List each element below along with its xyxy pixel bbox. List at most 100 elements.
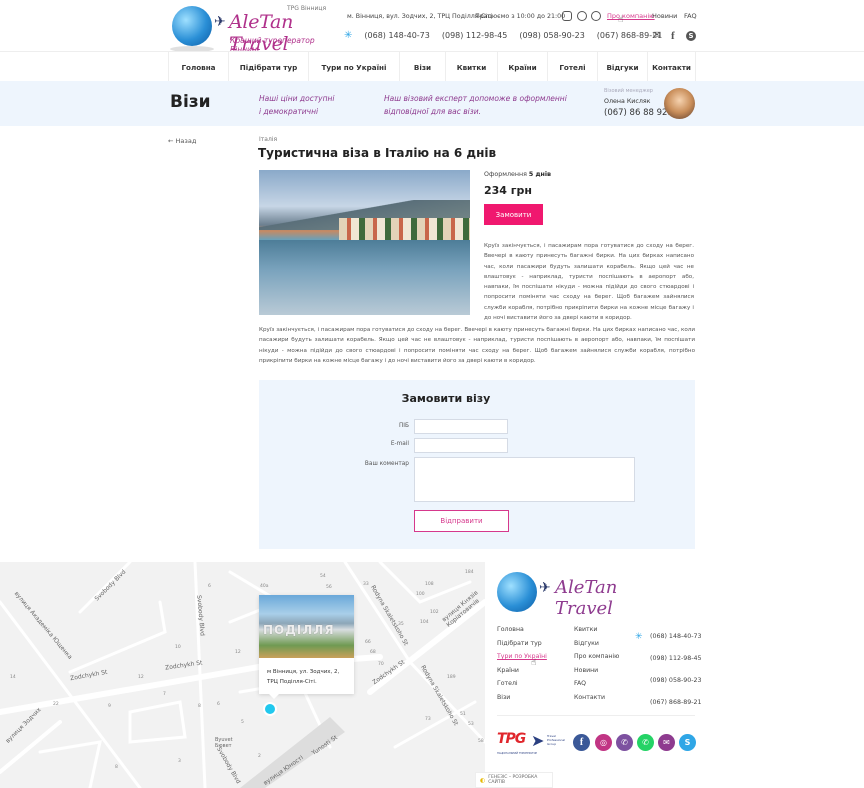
building-number: 53 — [468, 722, 474, 727]
plane-icon: ✈ — [539, 580, 551, 596]
road-rodyna — [343, 562, 412, 664]
phone-link[interactable]: (098) 058-90-23 — [519, 31, 584, 40]
tpg-partner-logo[interactable]: TPG ➤ Travel Professional Group НАЦІОНАЛ… — [497, 731, 569, 759]
kyivstar-icon: ✳ — [344, 30, 353, 41]
location-map[interactable]: Zodchykh St Zodchykh St Zodchykh St Svob… — [0, 562, 485, 788]
comment-textarea[interactable] — [414, 457, 635, 502]
footer-link[interactable]: Головна — [497, 623, 547, 637]
footer-link[interactable]: Про компанію — [574, 650, 619, 664]
building-number: 108 — [425, 582, 434, 587]
poi-label: Byuvet Бювет — [215, 737, 233, 749]
whatsapp-icon[interactable] — [591, 11, 601, 21]
building-number: 54 — [320, 574, 326, 579]
plane-icon: ✈ — [214, 14, 226, 30]
nav-item-tickets[interactable]: Квитки — [445, 52, 497, 82]
footer-phones: ✳ (068) 148-40-73 (098) 112-98-45 (098) … — [635, 626, 702, 714]
building-number: 35 — [398, 622, 404, 627]
building-number: 8 — [198, 704, 201, 709]
banner-tagline-line: Наші ціни доступні — [259, 94, 335, 103]
footer-link[interactable]: FAQ — [574, 677, 619, 691]
page-banner: Візи Наші ціни доступні і демократичні Н… — [0, 81, 864, 126]
submit-button[interactable]: Відправити — [414, 510, 509, 532]
footer-link[interactable]: Готелі — [497, 677, 547, 691]
nav-item-visas[interactable]: Візи — [399, 52, 445, 82]
building-number: 22 — [53, 702, 59, 707]
facebook-icon[interactable]: f — [671, 30, 675, 42]
name-input[interactable] — [414, 419, 508, 434]
top-link-faq[interactable]: FAQ — [684, 12, 697, 20]
nav-item-home[interactable]: Головна — [168, 52, 228, 82]
banner-tagline-line: відповідної для вас візи. — [384, 107, 481, 116]
banner-tagline-line: Наш візовий експерт допоможе в оформленн… — [384, 94, 567, 103]
nav-item-pick-tour[interactable]: Підібрати тур — [228, 52, 308, 82]
phone-link[interactable]: (067) 868-89-21 — [650, 692, 702, 714]
building-number: 184 — [465, 570, 474, 575]
hand-cursor-icon: ☝ — [531, 658, 537, 668]
facebook-icon[interactable]: f — [573, 734, 590, 751]
nav-item-countries[interactable]: Країни — [497, 52, 547, 82]
nav-item-reviews[interactable]: Відгуки — [597, 52, 647, 82]
footer-menu-col2: Квитки Відгуки Про компанію Новини FAQ К… — [574, 623, 619, 705]
email-input[interactable] — [414, 438, 508, 453]
footer-link[interactable]: Візи — [497, 691, 547, 705]
road — [68, 600, 167, 674]
footer-link-active[interactable]: Тури по Україні — [497, 650, 547, 664]
top-link-news[interactable]: Новини — [652, 12, 677, 20]
viber-icon[interactable]: ✆ — [616, 734, 633, 751]
visa-title: Туристична віза в Італію на 6 днів — [258, 146, 497, 160]
manager-avatar — [664, 88, 695, 119]
developer-label: ГЕНЕЗІС – РОЗРОБКА САЙТІВ — [488, 775, 538, 785]
map-pin-icon[interactable] — [265, 704, 275, 714]
building-number: 12 — [235, 650, 241, 655]
visa-description-short: Круїз закінчується, і пасажирам пора гот… — [484, 243, 694, 322]
nav-item-hotels[interactable]: Готелі — [547, 52, 597, 82]
mall-sign: ПОДІЛЛЯ — [263, 623, 335, 637]
order-button[interactable]: Замовити — [484, 204, 543, 225]
building-number: 14 — [10, 675, 16, 680]
building-number: 6 — [208, 584, 211, 589]
map-info-popup: ПОДІЛЛЯ м Вінниця, ул. Зодчих, 2, ТРЦ По… — [259, 595, 354, 699]
building-number: 58 — [478, 739, 484, 744]
building-number: 2 — [258, 754, 261, 759]
tpg-caption: НАЦІОНАЛЬНИЙ ТУРОПЕРАТОР — [497, 752, 538, 755]
breadcrumb[interactable]: Італія — [259, 136, 277, 143]
header-logo[interactable]: ✈ TPG Вінниця AleTan Travel Кращий туроп… — [170, 4, 337, 55]
visa-photo — [259, 170, 470, 315]
manager-name: Олена Кисляк — [604, 98, 651, 105]
phone-link[interactable]: (068) 148-40-73 — [364, 31, 429, 40]
building-number: 73 — [425, 717, 431, 722]
tpg-text: Travel Professional Group — [547, 734, 565, 746]
footer-link[interactable]: Квитки — [574, 623, 619, 637]
footer-link[interactable]: Контакти — [574, 691, 619, 705]
building-number: 6 — [217, 702, 220, 707]
nav-item-ukraine-tours[interactable]: Тури по Україні — [308, 52, 399, 82]
skype-icon[interactable]: S — [686, 31, 696, 41]
developer-credit[interactable]: ◐ ГЕНЕЗІС – РОЗРОБКА САЙТІВ — [475, 772, 553, 788]
skype-icon[interactable]: S — [679, 734, 696, 751]
whatsapp-icon[interactable]: ✆ — [637, 734, 654, 751]
viber-icon[interactable] — [577, 11, 587, 21]
building-number: 56 — [326, 585, 332, 590]
nav-item-contacts[interactable]: Контакти — [647, 52, 696, 82]
phone-link[interactable]: (098) 112-98-45 — [442, 31, 507, 40]
footer-logo[interactable]: ✈ AleTan Travel — [497, 572, 672, 619]
building-number: 102 — [430, 610, 439, 615]
phone-link[interactable]: (068) 148-40-73 — [650, 626, 702, 648]
phone-link[interactable]: (098) 058-90-23 — [650, 670, 702, 692]
footer-link[interactable]: Новини — [574, 664, 619, 678]
building-number: 7 — [163, 692, 166, 697]
mail-icon[interactable]: ✉ — [658, 734, 675, 751]
building-number: 104 — [420, 620, 429, 625]
road — [128, 700, 187, 744]
mail-icon[interactable]: ✉ — [653, 30, 661, 41]
back-label: Назад — [175, 137, 197, 145]
back-link[interactable]: ← Назад — [168, 137, 196, 145]
footer-link[interactable]: Країни — [497, 664, 547, 678]
footer-link[interactable]: Відгуки — [574, 637, 619, 651]
instagram-icon[interactable] — [562, 11, 572, 21]
top-link-about[interactable]: Про компанію — [607, 12, 655, 20]
footer-link[interactable]: Підібрати тур — [497, 637, 547, 651]
phone-link[interactable]: (098) 112-98-45 — [650, 648, 702, 670]
manager-phone[interactable]: (067) 86 88 921 — [604, 108, 673, 118]
instagram-icon[interactable]: ◎ — [595, 734, 612, 751]
